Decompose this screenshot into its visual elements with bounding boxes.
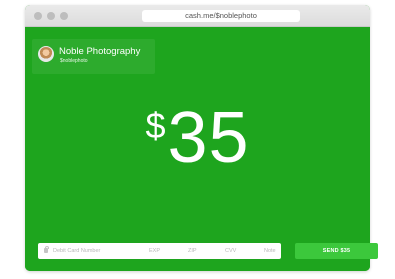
currency-symbol: $: [145, 105, 166, 146]
zip-field[interactable]: ZIP: [188, 243, 216, 259]
cash-page: Noble Photography $noblephoto $35: [25, 27, 370, 271]
exp-field[interactable]: EXP: [149, 243, 177, 259]
browser-window: cash.me/$noblephoto Noble Photography $n…: [25, 5, 370, 271]
profile-handle: $noblephoto: [60, 58, 88, 64]
cvv-field[interactable]: CVV: [225, 243, 255, 259]
profile-card: Noble Photography $noblephoto: [32, 39, 155, 74]
amount-display: $35: [25, 102, 370, 182]
browser-titlebar: cash.me/$noblephoto: [25, 5, 370, 27]
lock-icon: [44, 245, 49, 253]
profile-name: Noble Photography: [59, 46, 141, 57]
avatar: [38, 46, 54, 62]
minimize-window-button[interactable]: [47, 12, 55, 20]
send-button[interactable]: SEND $35: [295, 243, 378, 259]
payment-form: Debit Card Number EXP ZIP CVV Note: [38, 243, 281, 259]
amount-value: 35: [167, 98, 250, 178]
maximize-window-button[interactable]: [60, 12, 68, 20]
close-window-button[interactable]: [34, 12, 42, 20]
note-field[interactable]: Note: [264, 243, 281, 259]
address-bar[interactable]: cash.me/$noblephoto: [142, 10, 300, 22]
card-number-field[interactable]: Debit Card Number: [53, 243, 153, 259]
